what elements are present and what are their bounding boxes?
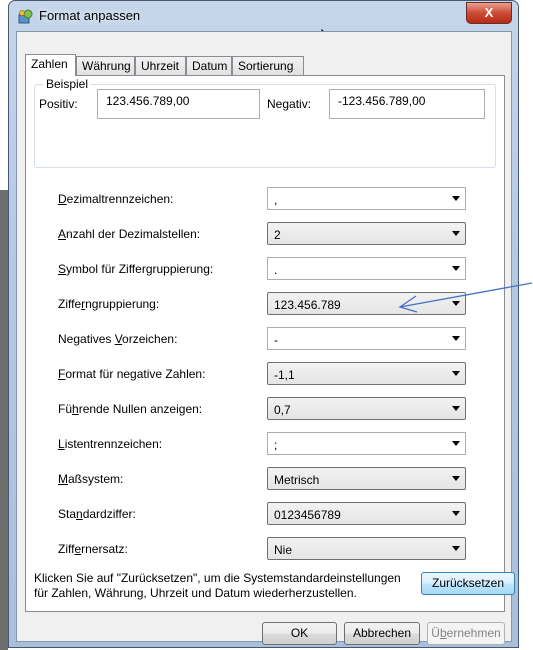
- reset-description: Klicken Sie auf "Zurücksetzen", um die S…: [34, 571, 401, 600]
- combo-value: 0123456789: [274, 508, 341, 522]
- reset-button[interactable]: Zurücksetzen: [421, 572, 515, 595]
- positive-example-value: 123.456.789,00: [106, 94, 190, 108]
- chevron-down-icon: [452, 336, 460, 341]
- example-groupbox: Beispiel Positiv: 123.456.789,00 Negativ…: [34, 77, 496, 168]
- tab-label: Währung: [82, 59, 131, 73]
- tab-label: Datum: [192, 59, 228, 73]
- reset-button-label: Zurücksetzen: [431, 576, 505, 590]
- close-button[interactable]: X: [466, 2, 512, 24]
- cancel-button[interactable]: Abbrechen: [344, 622, 420, 645]
- combo-dezimaltrennzeichen[interactable]: ,: [267, 187, 466, 210]
- ok-button-label: OK: [290, 626, 309, 640]
- tab-label: Sortierung: [238, 59, 294, 73]
- cancel-button-label: Abbrechen: [352, 626, 412, 640]
- label-fuehrende-nullen: Führende Nullen anzeigen:: [58, 402, 203, 416]
- control-panel-icon: [18, 9, 33, 24]
- negative-label: Negativ:: [267, 97, 312, 111]
- chevron-down-icon: [452, 441, 460, 446]
- combo-value: -1,1: [274, 368, 295, 382]
- combo-value: Nie: [274, 543, 293, 557]
- close-icon: X: [484, 5, 494, 20]
- chevron-down-icon: [452, 231, 460, 236]
- label-anzahl-dezimalstellen: Anzahl der Dezimalstellen:: [58, 227, 201, 241]
- chevron-down-icon: [452, 196, 460, 201]
- chevron-down-icon: [452, 406, 460, 411]
- positive-example-field[interactable]: 123.456.789,00: [97, 89, 260, 119]
- combo-value: ;: [274, 438, 278, 452]
- combo-value: 2: [274, 228, 281, 242]
- label-standardziffer: Standardziffer:: [58, 507, 136, 521]
- annotation-arrow: [398, 282, 533, 313]
- ok-button[interactable]: OK: [262, 622, 337, 645]
- example-legend: Beispiel: [43, 77, 92, 91]
- combo-format-negative-zahlen[interactable]: -1,1: [267, 362, 466, 385]
- label-masssystem: Maßsystem:: [58, 472, 124, 486]
- label-negatives-vorzeichen: Negatives Vorzeichen:: [58, 332, 178, 346]
- chevron-down-icon: [452, 476, 460, 481]
- combo-value: ,: [274, 193, 278, 207]
- combo-fuehrende-nullen[interactable]: 0,7: [267, 397, 466, 420]
- positive-label: Positiv:: [39, 97, 78, 111]
- combo-negatives-vorzeichen[interactable]: -: [267, 327, 466, 350]
- chevron-down-icon: [452, 511, 460, 516]
- combo-standardziffer[interactable]: 0123456789: [267, 502, 466, 525]
- combo-value: -: [274, 333, 278, 347]
- combo-ziffernersatz[interactable]: Nie: [267, 537, 466, 560]
- combo-value: 0,7: [274, 403, 291, 417]
- label-ziffergruppierung: Zifferngruppierung:: [58, 297, 160, 311]
- chevron-down-icon: [452, 546, 460, 551]
- combo-value: .: [274, 263, 278, 277]
- title-bar[interactable]: Format anpassen X: [9, 1, 518, 31]
- tab-label: Uhrzeit: [141, 59, 180, 73]
- combo-masssystem[interactable]: Metrisch: [267, 467, 466, 490]
- label-listentrennzeichen: Listentrennzeichen:: [58, 437, 163, 451]
- combo-value: 123.456.789: [274, 298, 341, 312]
- combo-anzahl-dezimalstellen[interactable]: 2: [267, 222, 466, 245]
- chevron-down-icon: [452, 371, 460, 376]
- tab-uhrzeit[interactable]: Uhrzeit: [135, 56, 186, 75]
- label-ziffernersatz: Ziffernersatz:: [58, 542, 128, 556]
- apply-button[interactable]: Übernehmen: [427, 622, 505, 645]
- background-window-edge: [0, 190, 8, 650]
- tab-waehrung[interactable]: Währung: [76, 56, 135, 75]
- tab-sortierung[interactable]: Sortierung: [232, 56, 304, 75]
- negative-example-value: -123.456.789,00: [338, 94, 426, 108]
- label-format-negative-zahlen: Format für negative Zahlen:: [58, 367, 206, 381]
- combo-listentrennzeichen[interactable]: ;: [267, 432, 466, 455]
- label-symbol-ziffergruppierung: Symbol für Ziffergruppierung:: [58, 262, 214, 276]
- label-dezimaltrennzeichen: Dezimaltrennzeichen:: [58, 192, 174, 206]
- tab-panel-zahlen: Beispiel Positiv: 123.456.789,00 Negativ…: [25, 75, 515, 612]
- dialog-client-area: Zahlen Währung Uhrzeit Datum Sortierung …: [16, 31, 515, 645]
- combo-value: Metrisch: [274, 473, 320, 487]
- negative-example-field[interactable]: -123.456.789,00: [329, 89, 485, 119]
- tab-datum[interactable]: Datum: [186, 56, 232, 75]
- tab-label: Zahlen: [31, 57, 68, 71]
- tab-zahlen[interactable]: Zahlen: [25, 54, 76, 76]
- window-title: Format anpassen: [39, 8, 141, 23]
